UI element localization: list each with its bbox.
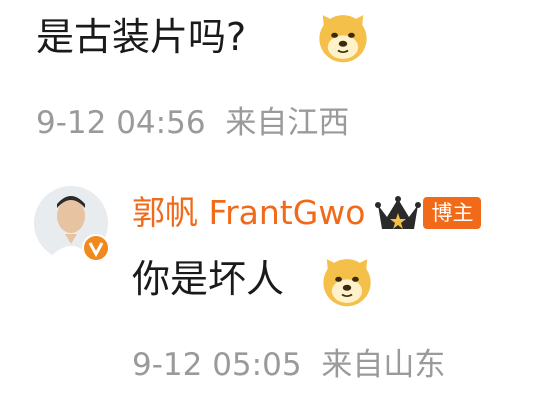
crown-icon: [375, 196, 422, 229]
comment-time: 9-12 04:56: [36, 105, 206, 141]
verified-badge-icon: [82, 234, 110, 262]
reply-text: 你是坏人: [132, 257, 285, 301]
reply-time: 9-12 05:05: [132, 347, 302, 383]
reply-avatar[interactable]: [34, 186, 110, 262]
comment-location: 来自江西: [225, 105, 350, 141]
author-badge: 博主: [423, 197, 482, 229]
doge-icon: [319, 15, 367, 63]
reply-author-row: 郭帆 FrantGwo 博主: [132, 190, 482, 236]
reply-location: 来自山东: [321, 347, 446, 383]
reply-meta: 9-12 05:05 来自山东: [132, 346, 445, 384]
comment-meta: 9-12 04:56 来自江西: [36, 104, 349, 142]
reply-author-name[interactable]: 郭帆 FrantGwo: [132, 190, 365, 236]
doge-icon: [323, 259, 371, 307]
comment-text: 是古装片吗?: [36, 15, 247, 59]
